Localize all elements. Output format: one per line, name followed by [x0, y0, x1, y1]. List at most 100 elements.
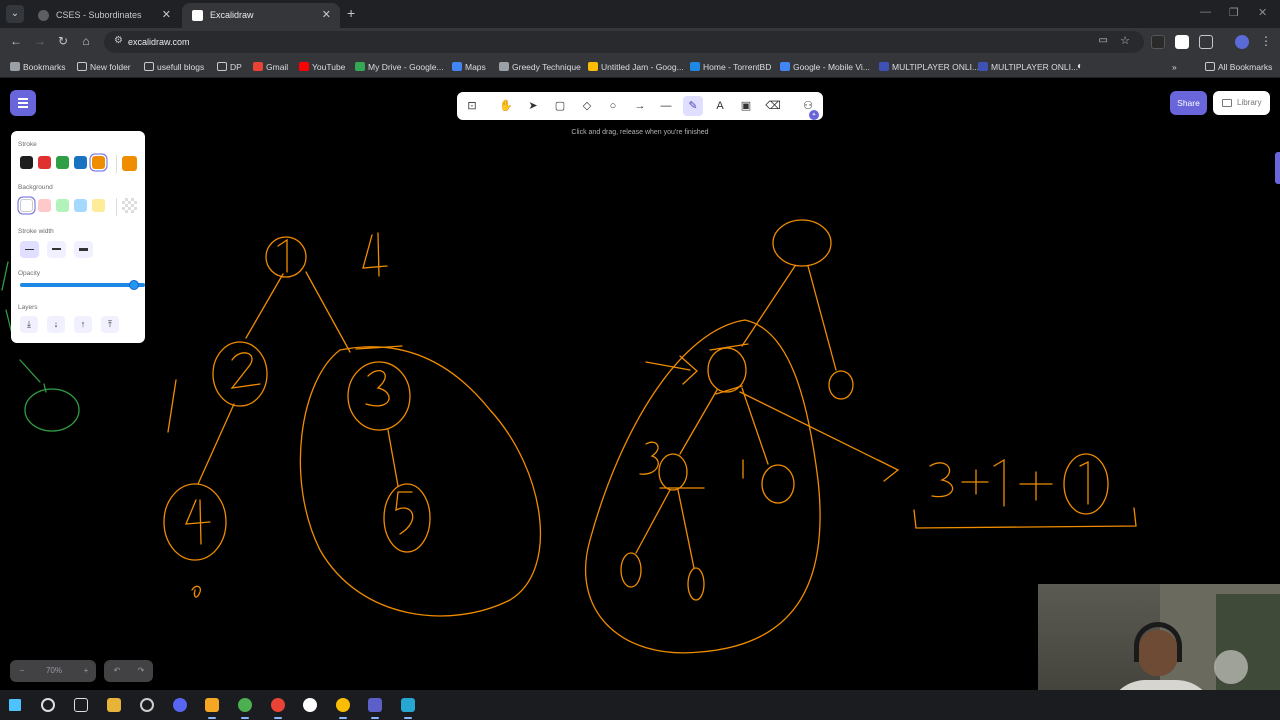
- zoom-in-button[interactable]: +: [78, 660, 94, 682]
- bring-to-front-icon[interactable]: ⤒: [101, 316, 119, 333]
- close-window-icon[interactable]: ✕: [1258, 6, 1267, 19]
- maximize-icon[interactable]: ❐: [1229, 6, 1239, 19]
- text-icon[interactable]: A: [710, 96, 730, 116]
- zoom-out-button[interactable]: −: [14, 660, 30, 682]
- bg-swatch-green[interactable]: [56, 199, 69, 212]
- image-icon[interactable]: ▣: [736, 96, 756, 116]
- bookmark-item[interactable]: Untitled Jam - Goog...: [588, 56, 684, 78]
- sublime-icon[interactable]: [205, 698, 219, 719]
- rectangle-icon[interactable]: ▢: [550, 96, 570, 116]
- bg-current-color[interactable]: [122, 198, 137, 213]
- undo-icon[interactable]: ↶: [110, 660, 124, 682]
- zoom-level[interactable]: 70%: [40, 660, 68, 682]
- bookmark-item[interactable]: MULTIPLAYER ONLI...: [879, 56, 979, 78]
- stroke-width-extra-bold[interactable]: [74, 241, 93, 258]
- bookmark-item[interactable]: Gmail: [253, 56, 288, 78]
- more-menu-icon[interactable]: ⋮: [1258, 34, 1274, 48]
- teams-icon[interactable]: [368, 698, 382, 719]
- stroke-swatch-black[interactable]: [20, 156, 33, 169]
- tree-node-leaf[interactable]: [761, 464, 795, 504]
- bg-swatch-yellow[interactable]: [92, 199, 105, 212]
- search-icon[interactable]: [41, 698, 55, 712]
- pencil-icon[interactable]: ✎: [683, 96, 703, 116]
- stroke-swatch-green[interactable]: [56, 156, 69, 169]
- bookmark-star-icon[interactable]: ☆: [1120, 34, 1130, 47]
- redo-icon[interactable]: ↷: [134, 660, 148, 682]
- eraser-icon[interactable]: ⌫: [763, 96, 783, 116]
- bookmark-item[interactable]: New folder: [77, 56, 131, 78]
- green-node[interactable]: [24, 388, 80, 432]
- app-icon[interactable]: [140, 698, 154, 712]
- library-button[interactable]: Library: [1213, 91, 1270, 115]
- stroke-swatch-red[interactable]: [38, 156, 51, 169]
- extensions-puzzle-icon[interactable]: [1199, 35, 1213, 49]
- tab-cses[interactable]: CSES - Subordinates ✕: [28, 3, 180, 28]
- stroke-swatch-orange[interactable]: [92, 156, 105, 169]
- avatar[interactable]: [1235, 35, 1249, 49]
- tree-node-current[interactable]: [707, 347, 747, 393]
- tree-node-leaf[interactable]: [687, 567, 705, 601]
- stroke-width-bold[interactable]: [47, 241, 66, 258]
- sidebar-icon[interactable]: [1221, 35, 1235, 49]
- discord-icon[interactable]: [173, 698, 187, 712]
- tree-node-5[interactable]: [383, 483, 431, 553]
- home-icon[interactable]: ⌂: [78, 34, 94, 48]
- hand-icon[interactable]: ✋: [496, 96, 516, 116]
- new-tab-icon[interactable]: +: [347, 5, 355, 21]
- forward-icon[interactable]: →: [32, 34, 48, 48]
- more-bookmarks-icon[interactable]: »: [1172, 56, 1177, 78]
- bg-swatch-blue[interactable]: [74, 199, 87, 212]
- stroke-swatch-blue[interactable]: [74, 156, 87, 169]
- install-app-icon[interactable]: ▭: [1099, 35, 1108, 46]
- task-view-icon[interactable]: [74, 698, 88, 712]
- send-backward-icon[interactable]: ↓: [47, 316, 65, 333]
- opacity-slider[interactable]: [20, 283, 145, 287]
- bookmark-item[interactable]: Home - TorrentBD: [690, 56, 771, 78]
- bg-swatch-transparent[interactable]: [20, 199, 33, 212]
- site-icon[interactable]: ◐: [1077, 56, 1083, 78]
- windows-start-icon[interactable]: [9, 699, 21, 711]
- diamond-icon[interactable]: ◇: [577, 96, 597, 116]
- all-bookmarks[interactable]: All Bookmarks: [1205, 56, 1272, 78]
- bookmark-item[interactable]: My Drive - Google...: [355, 56, 444, 78]
- send-to-back-icon[interactable]: ⤓: [20, 316, 38, 333]
- tree-node-4[interactable]: [163, 483, 227, 561]
- share-button[interactable]: Share: [1170, 91, 1207, 115]
- file-explorer-icon[interactable]: [107, 698, 121, 712]
- chrome-icon[interactable]: [271, 698, 285, 719]
- bookmark-item[interactable]: Google - Mobile Vi...: [780, 56, 870, 78]
- tree-node-leaf[interactable]: [620, 552, 642, 588]
- site-info-icon[interactable]: ⚙: [114, 35, 123, 46]
- sidebar-handle[interactable]: [1275, 152, 1280, 184]
- opacity-slider-thumb[interactable]: [129, 280, 139, 290]
- close-tab-icon[interactable]: ✕: [162, 3, 171, 28]
- tab-excalidraw[interactable]: Excalidraw ✕: [182, 3, 340, 28]
- extension-icon[interactable]: [1151, 35, 1165, 49]
- main-menu-button[interactable]: [10, 90, 36, 116]
- tree-node-1[interactable]: [265, 236, 307, 278]
- extension-icon[interactable]: [1175, 35, 1189, 49]
- app-icon[interactable]: [401, 698, 415, 719]
- tree-node-3[interactable]: [347, 361, 411, 431]
- bring-forward-icon[interactable]: ↑: [74, 316, 92, 333]
- minimize-icon[interactable]: —: [1200, 6, 1211, 18]
- selection-icon[interactable]: ➤: [523, 96, 543, 116]
- stroke-current-color[interactable]: [122, 156, 137, 171]
- chrome-icon[interactable]: [238, 698, 252, 719]
- lock-icon[interactable]: ⊡: [462, 96, 482, 116]
- bookmark-item[interactable]: Greedy Technique: [499, 56, 581, 78]
- chrome-icon[interactable]: [336, 698, 350, 719]
- bookmark-item[interactable]: YouTube: [299, 56, 345, 78]
- arrow-icon[interactable]: →: [630, 96, 650, 116]
- back-icon[interactable]: ←: [8, 34, 24, 48]
- bookmark-item[interactable]: MULTIPLAYER ONLI...: [978, 56, 1078, 78]
- bookmark-item[interactable]: Maps: [452, 56, 486, 78]
- app-icon[interactable]: [303, 698, 317, 712]
- bookmark-item[interactable]: DP: [217, 56, 242, 78]
- address-bar[interactable]: ⚙ excalidraw.com ▭ ☆: [104, 31, 1144, 53]
- bookmark-item[interactable]: usefull blogs: [144, 56, 204, 78]
- stroke-width-thin[interactable]: [20, 241, 39, 258]
- tree-node-2[interactable]: [212, 341, 268, 407]
- close-tab-icon[interactable]: ✕: [322, 3, 331, 28]
- line-icon[interactable]: —: [656, 96, 676, 116]
